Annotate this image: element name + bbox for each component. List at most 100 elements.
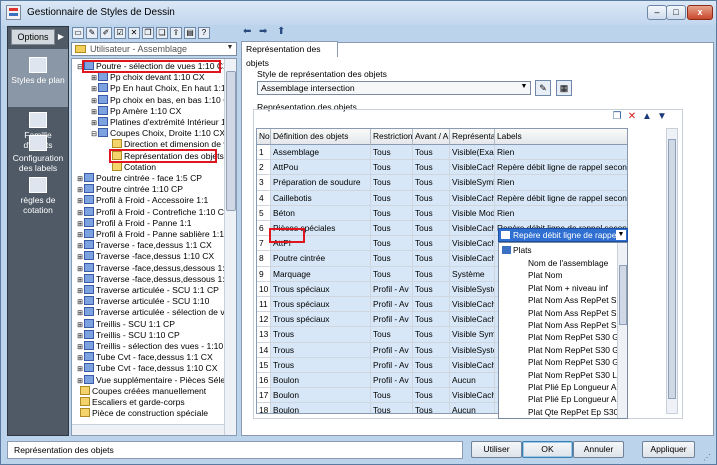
table-row[interactable]: 3 Préparation de soudure Tous Tous VisibleSy… <box>257 175 627 191</box>
grid-cell[interactable]: Boulon <box>271 388 371 404</box>
grid-cell[interactable]: Tous <box>413 160 450 176</box>
tree-node[interactable]: ⊟ Coupes Choix, Droite 1:10 CXY <box>90 128 231 140</box>
grid-header-4[interactable]: Représentat <box>450 129 495 145</box>
tree-hscrollbar[interactable] <box>72 424 224 435</box>
nav-item-plan-styles[interactable]: Styles de plan <box>8 57 68 85</box>
grid-cell[interactable]: Tous <box>371 221 413 237</box>
grid-cell[interactable]: VisibleCache <box>450 190 495 206</box>
grid-cell[interactable]: Tous <box>413 221 450 237</box>
grid-scrollbar[interactable] <box>666 128 678 414</box>
grid-cell[interactable]: Tous <box>371 236 413 252</box>
grid-header-0[interactable]: No <box>257 129 271 145</box>
table-row[interactable]: 1AssemblageTousTousVisible(ExactRien <box>257 145 627 161</box>
tree-node[interactable]: ⊞ Poutre cintrée - face 1:5 CP <box>76 173 202 185</box>
grid-cell[interactable]: 8 <box>257 251 271 267</box>
grid-cell[interactable]: Système <box>450 266 495 282</box>
chevron-down-icon[interactable]: ▼ <box>616 230 626 240</box>
grid-scroll-thumb[interactable] <box>668 139 676 399</box>
tree-node[interactable]: ⊞ Pp En haut Choix, En haut 1:10 CX <box>90 83 236 95</box>
grid-cell[interactable]: 2 <box>257 160 271 176</box>
close-button[interactable]: x <box>687 5 713 20</box>
forward-arrow-icon[interactable]: ➡ <box>259 26 267 37</box>
grid-cell[interactable]: Tous <box>413 357 450 373</box>
grid-cell[interactable]: Tous <box>413 373 450 389</box>
tree-node[interactable]: ⊞ Tube Cvt - face,dessus 1:10 CX <box>76 363 217 375</box>
tree-node[interactable]: Pièce de construction spéciale <box>72 408 208 419</box>
tree-node[interactable]: ⊞ Profil à Froid - Accessoire 1:1 <box>76 195 208 207</box>
grid-cell[interactable]: Préparation de soudure <box>271 175 371 191</box>
chevron-down-icon[interactable]: ▼ <box>225 44 235 54</box>
tree-node[interactable]: ⊞ Traverse articulée - sélection de vues <box>76 307 236 319</box>
grid-cell[interactable]: 15 <box>257 357 271 373</box>
grid-cell[interactable]: Trous <box>271 357 371 373</box>
dropdown-item[interactable]: Nom de l'assemblage <box>499 257 617 269</box>
grid-cell[interactable]: Profil - Av <box>371 312 413 328</box>
grid-cell[interactable]: Visible Symb <box>450 327 495 343</box>
grid-cell[interactable]: Tous <box>413 312 450 328</box>
grid-header-1[interactable]: Définition des objets <box>271 129 371 145</box>
move-up-icon[interactable]: ▲ <box>641 111 653 123</box>
grid-cell[interactable]: Béton <box>271 205 371 221</box>
grid-cell[interactable]: 14 <box>257 342 271 358</box>
grid-cell[interactable]: Trous spéciaux <box>271 281 371 297</box>
tree-node[interactable]: ⊞ Vue supplémentaire - Pièces Sélect. <box>76 374 234 387</box>
grid-cell[interactable]: Marquage <box>271 266 371 282</box>
grid-cell[interactable]: Rien <box>495 205 627 221</box>
tree-node[interactable]: ⊞ Pp choix en bas, en bas 1:10 CX <box>90 94 235 107</box>
dropdown-item[interactable]: Plat Nom RepPet S30 G <box>499 356 617 368</box>
back-arrow-icon[interactable]: ⬅ <box>243 26 251 37</box>
new-folder-icon[interactable]: ▭ <box>72 27 84 39</box>
grid-cell[interactable]: Trous spéciaux <box>271 297 371 313</box>
tree-node[interactable]: ⊞ Profil à Froid - Contrefiche 1:10 CX <box>76 206 230 219</box>
grid-cell[interactable]: 13 <box>257 327 271 343</box>
edit-style-icon[interactable]: ✎ <box>535 80 551 96</box>
tree-node[interactable]: ⊞ Platines d'extrémité Intérieur 1:10 <box>90 117 236 129</box>
grid-cell[interactable]: 17 <box>257 388 271 404</box>
tree-node[interactable]: ⊞ Tube Cvt - face,dessus 1:1 CX <box>76 352 213 364</box>
grid-cell[interactable]: Tous <box>413 403 450 413</box>
grid-cell[interactable]: Tous <box>371 145 413 161</box>
dropdown-item[interactable]: Plat Plié Ep Longueur A <box>499 381 617 393</box>
labels-combo-cell[interactable]: Repère débit ligne de rappel ▼ <box>498 228 628 242</box>
tree-node[interactable]: ⊞ Traverse -face,dessus,dessous 1:1 CX <box>76 262 236 275</box>
grid-cell[interactable]: Assemblage <box>271 145 371 161</box>
dropdown-item[interactable]: Plat Nom RepPet S30 G <box>499 344 617 356</box>
options-arrow-icon[interactable]: ▶ <box>55 29 67 45</box>
tree-node[interactable]: Coupes créées manuellement <box>72 385 206 397</box>
tree-node[interactable]: ⊞ Profil à Froid - Panne sablière 1:1 CX <box>76 229 236 241</box>
grid-cell[interactable]: Tous <box>413 327 450 343</box>
grid-cell[interactable]: 16 <box>257 373 271 389</box>
representation-style-combo[interactable]: Assemblage intersection ▼ <box>257 81 531 95</box>
up-arrow-icon[interactable]: ⬆ <box>277 26 285 37</box>
grid-cell[interactable]: Profil - Av <box>371 342 413 358</box>
minimize-button[interactable]: – <box>647 5 667 20</box>
dropdown-scroll-thumb[interactable] <box>619 265 627 325</box>
grid-cell[interactable]: Caillebotis <box>271 190 371 206</box>
export-icon[interactable]: ⇪ <box>170 27 182 39</box>
grid-cell[interactable]: VisibleCache <box>450 251 495 267</box>
tab-object-representation[interactable]: Représentation des objets <box>241 41 338 68</box>
tree-node[interactable]: ⊞ Traverse - face,dessus 1:1 CX <box>76 240 212 252</box>
grid-cell[interactable]: 11 <box>257 297 271 313</box>
delete-icon[interactable]: ✕ <box>626 111 638 123</box>
use-button[interactable]: Utiliser <box>471 441 522 458</box>
grid-cell[interactable]: VisibleSystè <box>450 342 495 358</box>
collapse-icon[interactable]: ⊟ <box>90 129 98 140</box>
grid-cell[interactable]: Profil - Av <box>371 357 413 373</box>
grid-cell[interactable]: Tous <box>371 175 413 191</box>
grid-cell[interactable]: VisibleCache <box>450 160 495 176</box>
dropdown-item[interactable]: Plat Nom RepPet S30 L <box>499 369 617 381</box>
grid-cell[interactable]: VisibleCache <box>450 388 495 404</box>
grid-cell[interactable]: Tous <box>413 342 450 358</box>
tree-source-combo[interactable]: Utilisateur - Assemblage ▼ <box>71 42 237 56</box>
grid-cell[interactable]: Tous <box>371 266 413 282</box>
grid-cell[interactable]: Tous <box>371 205 413 221</box>
dropdown-item[interactable]: Plat Nom + niveau inf <box>499 282 617 294</box>
tree-node[interactable]: ⊞ Pp Amère 1:10 CX <box>90 105 181 118</box>
copy-icon[interactable]: ❐ <box>611 111 623 123</box>
grid-cell[interactable]: VisibleCache <box>450 236 495 252</box>
dropdown-item[interactable]: Plat Qte RepPet Ep S30 <box>499 406 617 418</box>
grid-cell[interactable]: Profil - Av <box>371 281 413 297</box>
grid-cell[interactable]: Tous <box>413 266 450 282</box>
grid-header-3[interactable]: Avant / A <box>413 129 450 145</box>
